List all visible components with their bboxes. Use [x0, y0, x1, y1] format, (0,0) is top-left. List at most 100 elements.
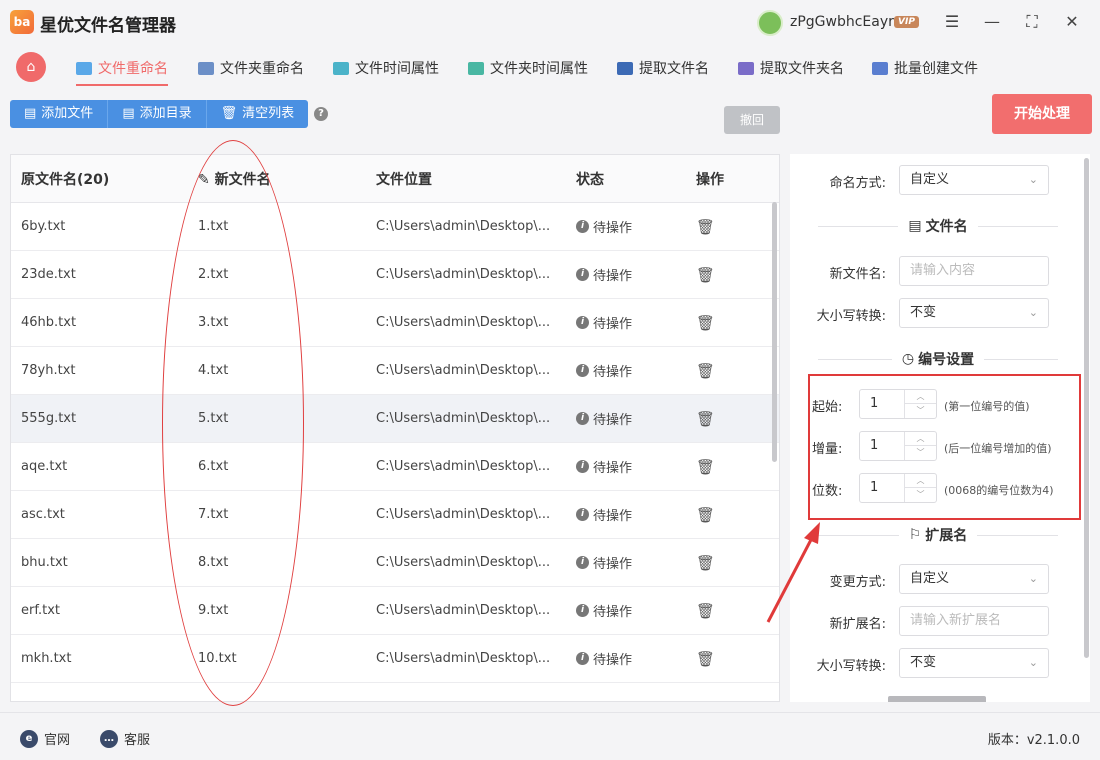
cell-path: C:\Users\admin\Desktop\...: [376, 459, 551, 474]
annotation-ellipse: [162, 140, 304, 706]
annotation-box: [808, 374, 1081, 520]
table-row[interactable]: erf.txt 9.txt C:\Users\admin\Desktop\... i 待…: [11, 587, 779, 635]
section-number-label: 编号设置: [918, 352, 975, 368]
add-file-label: 添加文件: [41, 106, 94, 121]
case-select[interactable]: 不变 ⌄: [899, 298, 1049, 328]
tab-file-rename[interactable]: 文件重命名: [76, 54, 168, 86]
info-icon: i: [576, 508, 589, 521]
cell-original-name: mkh.txt: [21, 651, 72, 666]
newext-input[interactable]: 请输入新扩展名: [899, 606, 1049, 636]
delete-icon[interactable]: 🗑: [696, 458, 736, 476]
table-row[interactable]: 78yh.txt 4.txt C:\Users\admin\Desktop\... i…: [11, 347, 779, 395]
undo-button[interactable]: 撤回: [724, 106, 780, 134]
close-icon[interactable]: ✕: [1062, 12, 1082, 32]
info-icon: i: [576, 364, 589, 377]
file-toolbar: ▤ 添加文件 ▤ 添加目录 🗑 清空列表: [10, 100, 309, 128]
cell-path: C:\Users\admin\Desktop\...: [376, 315, 551, 330]
support-link[interactable]: … 客服: [100, 729, 150, 748]
tab-label: 提取文件名: [639, 61, 709, 77]
cell-status: i 待操作: [576, 313, 686, 332]
help-icon[interactable]: ?: [314, 107, 328, 121]
naming-value: 自定义: [910, 172, 950, 187]
delete-icon[interactable]: 🗑: [696, 266, 736, 284]
newname-input[interactable]: 请输入内容: [899, 256, 1049, 286]
header-status: 状态: [576, 171, 604, 188]
delete-icon[interactable]: 🗑: [696, 602, 736, 620]
file-table: 原文件名(20) ✎ 新文件名 文件位置 状态 操作 6by.txt 1.txt C…: [10, 154, 780, 702]
settings-icon[interactable]: ☰: [942, 12, 962, 32]
cell-path: C:\Users\admin\Desktop\...: [376, 267, 551, 282]
tab-folder-rename[interactable]: 文件夹重命名: [198, 54, 304, 82]
section-extension-label: 扩展名: [925, 528, 968, 544]
version-text: 版本：v2.1.0.0: [987, 733, 1080, 748]
info-icon: i: [576, 652, 589, 665]
panel-scrollbar[interactable]: [1084, 158, 1089, 658]
cell-status: i 待操作: [576, 601, 686, 620]
header-orig[interactable]: 原文件名(20): [21, 169, 191, 189]
section-filename: ▤ 文件名: [808, 216, 1068, 236]
tab-extract-folder[interactable]: 提取文件夹名: [738, 54, 844, 82]
change-value: 自定义: [910, 571, 950, 586]
info-icon: i: [576, 412, 589, 425]
maximize-icon[interactable]: ⛶: [1022, 12, 1042, 32]
cell-path: C:\Users\admin\Desktop\...: [376, 603, 551, 618]
tab-extract-file[interactable]: 提取文件名: [617, 54, 709, 82]
tab-batch-create[interactable]: 批量创建文件: [872, 54, 978, 82]
home-button[interactable]: ⌂: [16, 52, 46, 82]
table-row[interactable]: bhu.txt 8.txt C:\Users\admin\Desktop\... i 待…: [11, 539, 779, 587]
chat-icon: …: [100, 729, 118, 748]
status-text: 待操作: [593, 461, 633, 476]
table-row[interactable]: 23de.txt 2.txt C:\Users\admin\Desktop\... i…: [11, 251, 779, 299]
info-icon: i: [576, 604, 589, 617]
title-bar: ba 星优文件名管理器 zPgGwbhcEayr VIP ☰ — ⛶ ✕: [0, 0, 1100, 46]
annotation-arrow: [766, 522, 820, 623]
status-text: 待操作: [593, 509, 633, 524]
cell-status: i 待操作: [576, 553, 686, 572]
table-row[interactable]: 46hb.txt 3.txt C:\Users\admin\Desktop\... i…: [11, 299, 779, 347]
change-select[interactable]: 自定义 ⌄: [899, 564, 1049, 594]
delete-icon[interactable]: 🗑: [696, 314, 736, 332]
add-dir-button[interactable]: ▤ 添加目录: [108, 100, 207, 128]
start-button[interactable]: 开始处理: [992, 94, 1092, 134]
status-text: 待操作: [593, 413, 633, 428]
section-number: ◷ 编号设置: [808, 349, 1068, 369]
delete-icon[interactable]: 🗑: [696, 410, 736, 428]
cell-path: C:\Users\admin\Desktop\...: [376, 507, 551, 522]
cell-original-name: 23de.txt: [21, 267, 76, 282]
website-link[interactable]: e 官网: [20, 729, 70, 748]
tab-label: 文件重命名: [98, 61, 168, 77]
tab-label: 提取文件夹名: [760, 61, 844, 77]
minimize-icon[interactable]: —: [982, 12, 1002, 32]
delete-icon[interactable]: 🗑: [696, 218, 736, 236]
user-name[interactable]: zPgGwbhcEayr: [790, 14, 894, 30]
tab-file-time[interactable]: 文件时间属性: [333, 54, 439, 82]
status-text: 待操作: [593, 653, 633, 668]
add-file-button[interactable]: ▤ 添加文件: [10, 100, 109, 128]
rename-icon: [76, 61, 92, 75]
clear-list-button[interactable]: 🗑 清空列表: [206, 100, 309, 128]
delete-icon[interactable]: 🗑: [696, 650, 736, 668]
cell-original-name: erf.txt: [21, 603, 60, 618]
naming-select[interactable]: 自定义 ⌄: [899, 165, 1049, 195]
case2-select[interactable]: 不变 ⌄: [899, 648, 1049, 678]
panel-button-edge: [888, 696, 986, 702]
table-header: 原文件名(20) ✎ 新文件名 文件位置 状态 操作: [11, 155, 779, 203]
table-row[interactable]: mkh.txt 10.txt C:\Users\admin\Desktop\... i…: [11, 635, 779, 683]
chevron-down-icon: ⌄: [1028, 306, 1038, 319]
number-icon: ◷: [901, 351, 915, 367]
tab-folder-time[interactable]: 文件夹时间属性: [468, 54, 588, 82]
cell-original-name: 6by.txt: [21, 219, 66, 234]
header-op: 操作: [696, 171, 724, 188]
delete-icon[interactable]: 🗑: [696, 554, 736, 572]
add-dir-label: 添加目录: [139, 106, 192, 121]
table-row[interactable]: aqe.txt 6.txt C:\Users\admin\Desktop\... i 待…: [11, 443, 779, 491]
table-row[interactable]: asc.txt 7.txt C:\Users\admin\Desktop\... i 待…: [11, 491, 779, 539]
delete-icon[interactable]: 🗑: [696, 362, 736, 380]
table-row[interactable]: 555g.txt 5.txt C:\Users\admin\Desktop\... i…: [11, 395, 779, 443]
user-avatar[interactable]: [757, 10, 783, 36]
table-row[interactable]: 6by.txt 1.txt C:\Users\admin\Desktop\... i 待…: [11, 203, 779, 251]
table-scrollbar[interactable]: [772, 202, 777, 462]
status-text: 待操作: [593, 269, 633, 284]
delete-icon[interactable]: 🗑: [696, 506, 736, 524]
cell-path: C:\Users\admin\Desktop\...: [376, 651, 551, 666]
